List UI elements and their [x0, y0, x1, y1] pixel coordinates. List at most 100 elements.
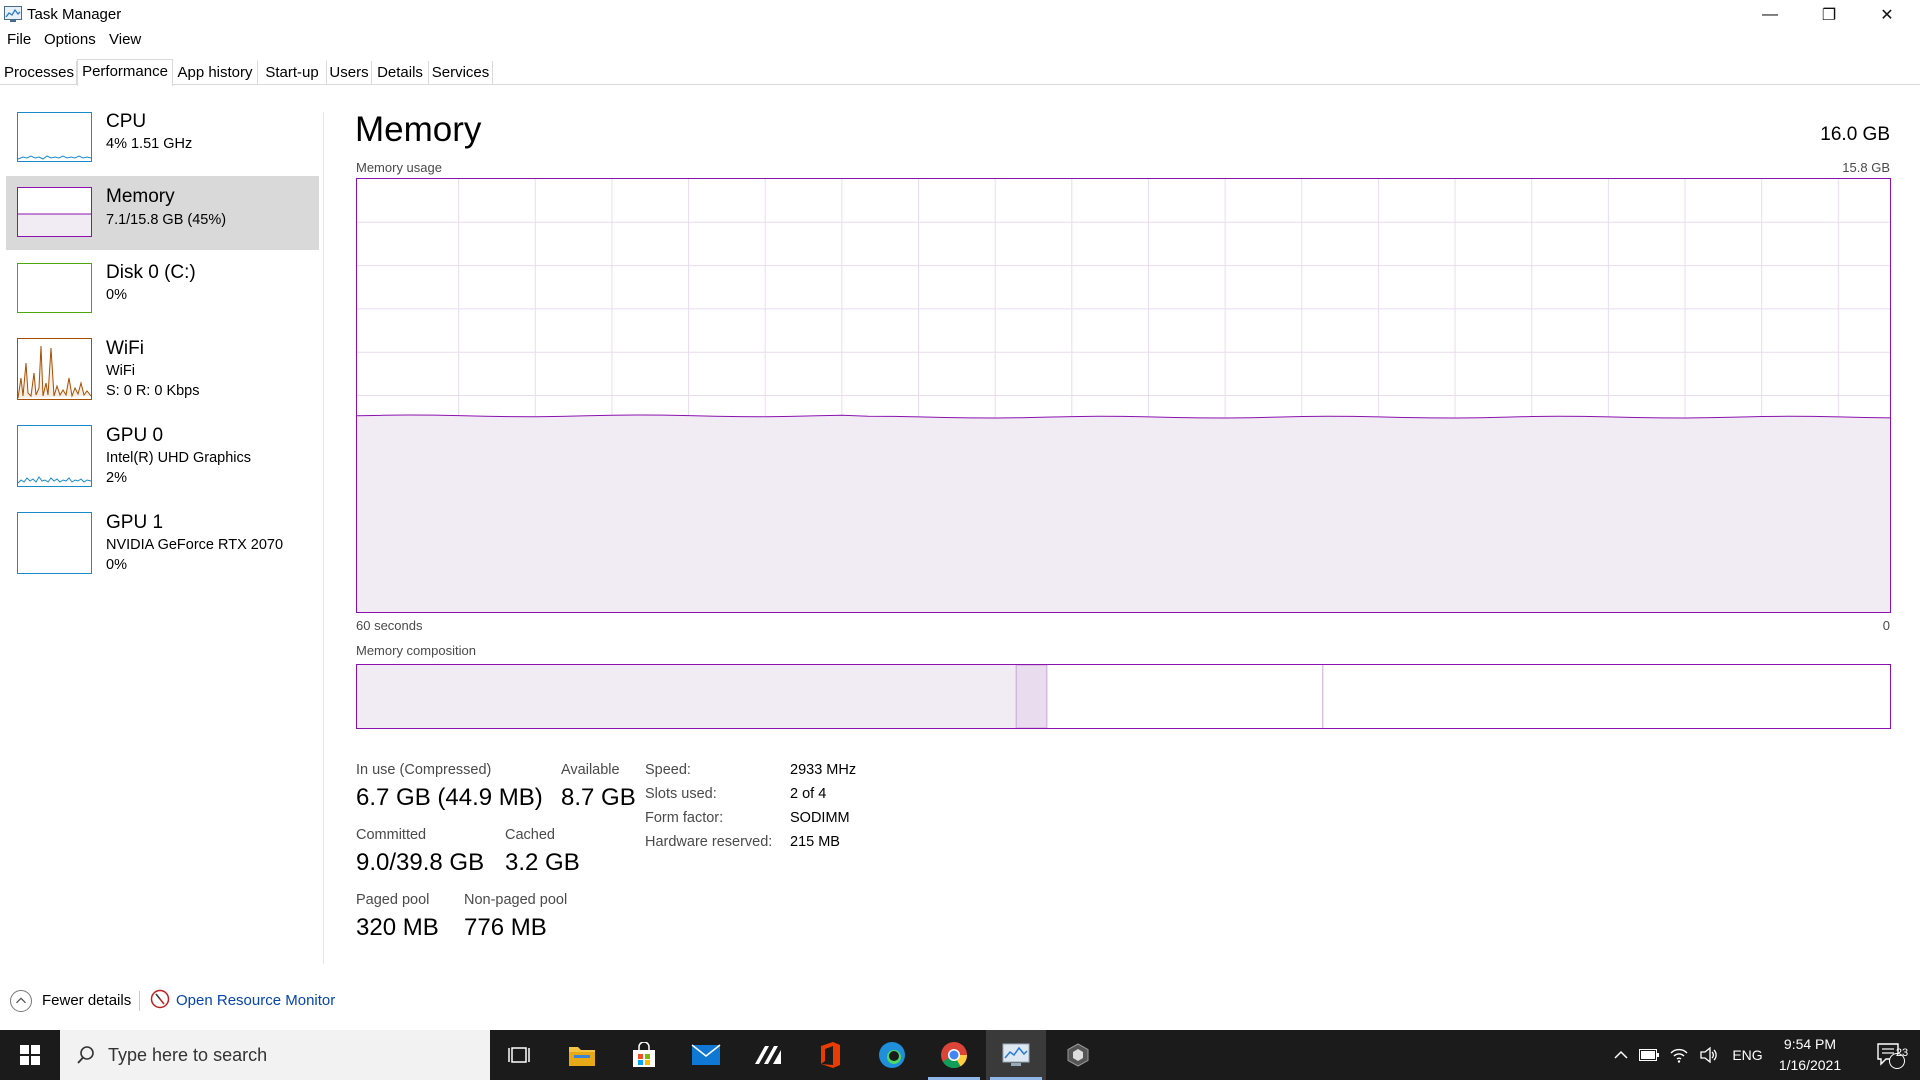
disk-thumbnail-graph — [17, 263, 92, 313]
task-manager-icon — [1002, 1043, 1030, 1066]
sidebar-item-gpu0[interactable]: GPU 0 Intel(R) UHD Graphics 2% — [6, 419, 319, 499]
non-paged-pool-label: Non-paged pool — [464, 892, 568, 908]
tab-users[interactable]: Users — [327, 61, 372, 85]
taskbar-file-explorer[interactable] — [552, 1030, 612, 1080]
action-center-button[interactable]: 23 — [1860, 1030, 1920, 1080]
sidebar-item-wifi[interactable]: WiFi WiFi S: 0 R: 0 Kbps — [6, 332, 319, 412]
sidebar-item-label: WiFi — [106, 338, 144, 359]
taskbar-clock[interactable]: 9:54 PM 1/16/2021 — [1760, 1034, 1860, 1076]
wifi-icon — [1670, 1048, 1688, 1063]
battery-status[interactable] — [1636, 1030, 1662, 1080]
memory-composition-label: Memory composition — [356, 643, 476, 658]
composition-modified-segment — [1015, 665, 1048, 728]
taskbar-edge[interactable] — [862, 1030, 922, 1080]
tab-processes[interactable]: Processes — [2, 61, 77, 85]
sidebar-item-label: GPU 0 — [106, 425, 164, 446]
speed-label: Speed: — [645, 762, 691, 778]
composition-in-use-segment — [357, 665, 1017, 728]
close-button[interactable]: ✕ — [1858, 0, 1916, 30]
memory-usage-graph — [356, 178, 1891, 613]
resource-monitor-icon[interactable] — [150, 989, 170, 1009]
task-manager-app-icon — [4, 6, 22, 22]
sidebar-divider — [323, 112, 324, 964]
chevron-up-icon[interactable] — [10, 990, 32, 1012]
taskbar-microsoft-store[interactable] — [614, 1030, 674, 1080]
tab-details[interactable]: Details — [372, 61, 429, 85]
cached-label: Cached — [505, 827, 555, 843]
window-title: Task Manager — [27, 6, 122, 23]
taskbar-app-hex[interactable] — [1048, 1030, 1108, 1080]
non-paged-pool-value: 776 MB — [464, 914, 547, 941]
title-bar[interactable]: Task Manager — ❐ ✕ — [0, 0, 1920, 30]
graph-time-zero-label: 0 — [1882, 618, 1890, 633]
sidebar-item-detail: 7.1/15.8 GB (45%) — [106, 212, 227, 228]
memory-usage-area — [357, 415, 1890, 612]
taskbar-task-manager[interactable] — [986, 1030, 1046, 1080]
start-button[interactable] — [0, 1030, 60, 1080]
sidebar-item-gpu1[interactable]: GPU 1 NVIDIA GeForce RTX 2070 0% — [6, 506, 319, 586]
sidebar-item-detail: NVIDIA GeForce RTX 2070 — [106, 537, 284, 553]
taskbar-office[interactable] — [800, 1030, 860, 1080]
slots-used-label: Slots used: — [645, 786, 717, 802]
tab-app-history[interactable]: App history — [173, 61, 258, 85]
paged-pool-value: 320 MB — [356, 914, 439, 941]
edge-icon — [879, 1042, 905, 1068]
search-placeholder: Type here to search — [108, 1045, 268, 1065]
tab-start-up[interactable]: Start-up — [258, 61, 327, 85]
form-factor-value: SODIMM — [790, 810, 850, 826]
hardware-reserved-label: Hardware reserved: — [645, 834, 773, 850]
hexagon-app-icon — [1067, 1043, 1089, 1067]
committed-value: 9.0/39.8 GB — [356, 849, 485, 876]
volume-control[interactable] — [1696, 1030, 1722, 1080]
taskbar-search-box[interactable]: Type here to search — [60, 1030, 490, 1080]
sidebar-item-detail: Intel(R) UHD Graphics — [106, 450, 252, 466]
network-status[interactable] — [1666, 1030, 1692, 1080]
office-icon — [821, 1042, 840, 1068]
taskbar-chrome[interactable] — [924, 1030, 984, 1080]
menu-options[interactable]: Options — [44, 31, 96, 48]
sidebar-item-disk[interactable]: Disk 0 (C:) 0% — [6, 256, 319, 322]
taskbar-app-stylus[interactable] — [738, 1030, 798, 1080]
sidebar-item-label: CPU — [106, 111, 147, 132]
sidebar-item-throughput: S: 0 R: 0 Kbps — [106, 383, 200, 399]
slots-used-value: 2 of 4 — [790, 786, 827, 802]
total-memory: 16.0 GB — [1820, 124, 1890, 145]
in-use-value: 6.7 GB (44.9 MB) — [356, 784, 543, 811]
show-hidden-icons-button[interactable] — [1608, 1030, 1634, 1080]
cpu-thumbnail-graph — [17, 112, 92, 162]
stylus-app-icon — [755, 1046, 781, 1064]
available-label: Available — [561, 762, 620, 778]
memory-composition-bar — [356, 664, 1891, 729]
task-view-icon — [508, 1047, 530, 1063]
tab-services[interactable]: Services — [429, 61, 493, 85]
menu-file[interactable]: File — [7, 31, 31, 48]
speaker-icon — [1700, 1047, 1717, 1063]
sidebar-item-detail: 4% 1.51 GHz — [106, 136, 193, 152]
form-factor-label: Form factor: — [645, 810, 724, 826]
minimize-button[interactable]: — — [1741, 0, 1799, 30]
sidebar-item-usage: 0% — [106, 557, 127, 573]
hardware-reserved-value: 215 MB — [790, 834, 840, 850]
paged-pool-label: Paged pool — [356, 892, 430, 908]
menu-view[interactable]: View — [109, 31, 141, 48]
memory-usage-label: Memory usage — [356, 160, 442, 175]
restore-button[interactable]: ❐ — [1800, 0, 1858, 30]
sidebar-item-detail: 0% — [106, 287, 127, 303]
footer-divider — [139, 991, 140, 1011]
taskbar-mail[interactable] — [676, 1030, 736, 1080]
footer-bar: Fewer details Open Resource Monitor — [0, 985, 1920, 1015]
open-resource-monitor-link[interactable]: Open Resource Monitor — [176, 992, 335, 1009]
memory-thumbnail-graph — [17, 187, 92, 237]
sidebar-item-label: Disk 0 (C:) — [106, 262, 196, 283]
folder-icon — [569, 1047, 595, 1066]
chevron-up-icon — [1614, 1050, 1628, 1059]
fewer-details-button[interactable]: Fewer details — [42, 992, 131, 1009]
task-view-button[interactable] — [490, 1030, 550, 1080]
sidebar-item-label: GPU 1 — [106, 512, 164, 533]
page-title: Memory — [355, 110, 482, 149]
in-use-label: In use (Compressed) — [356, 762, 492, 778]
chrome-icon — [941, 1042, 968, 1069]
sidebar-item-memory[interactable]: Memory 7.1/15.8 GB (45%) — [6, 176, 319, 250]
tab-performance[interactable]: Performance — [77, 59, 173, 86]
sidebar-item-cpu[interactable]: CPU 4% 1.51 GHz — [6, 109, 319, 175]
